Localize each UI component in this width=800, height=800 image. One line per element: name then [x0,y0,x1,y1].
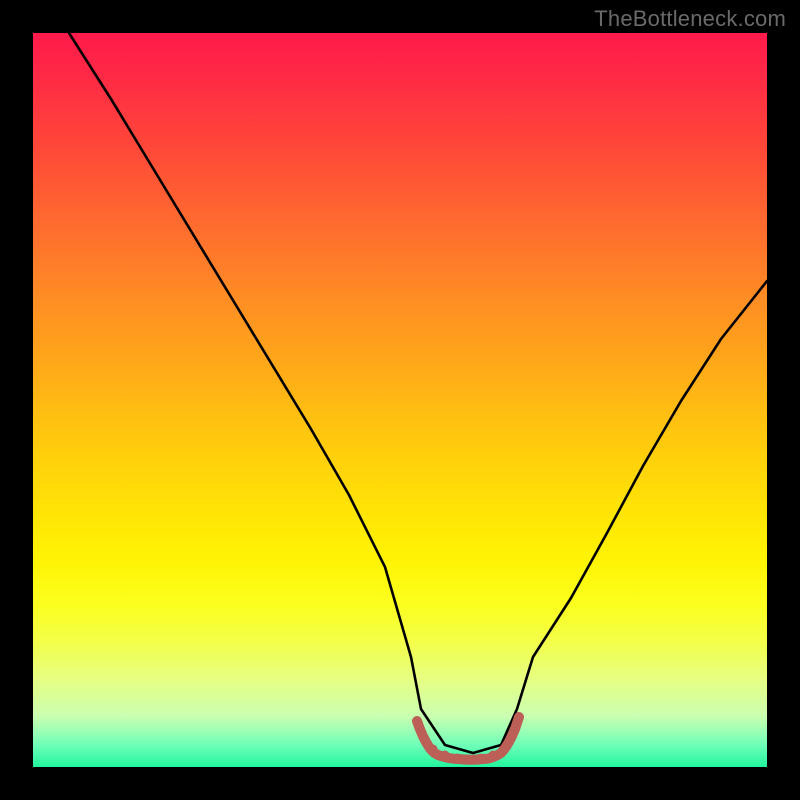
plot-area [33,33,767,767]
bottleneck-curve [69,33,767,753]
watermark-text: TheBottleneck.com [594,6,786,32]
curve-overlay [33,33,767,767]
chart-frame: TheBottleneck.com [0,0,800,800]
